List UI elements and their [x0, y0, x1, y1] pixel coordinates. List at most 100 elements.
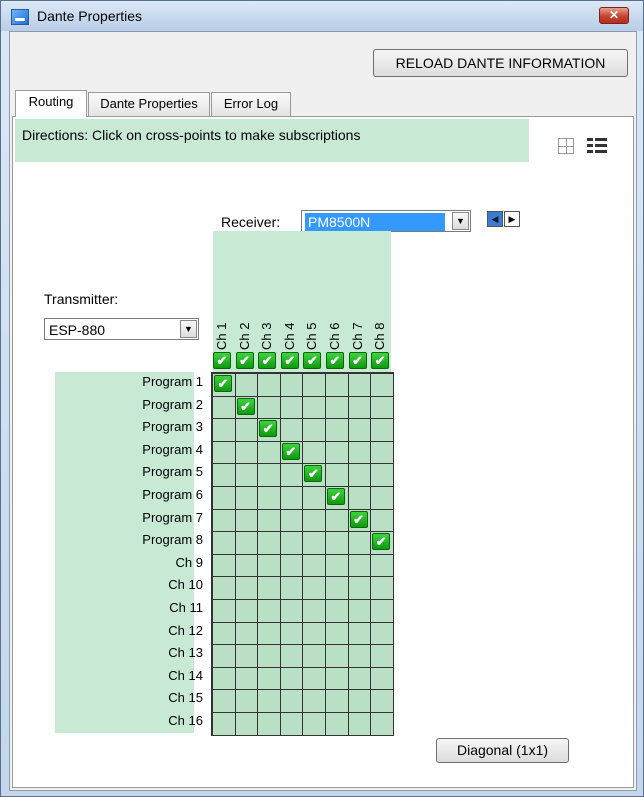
crosspoint-cell[interactable] — [280, 667, 304, 691]
crosspoint-cell[interactable] — [348, 600, 372, 623]
crosspoint-cell[interactable] — [303, 487, 326, 510]
crosspoint-cell[interactable] — [371, 374, 394, 397]
crosspoint-cell[interactable] — [280, 532, 304, 555]
tab-dante-properties[interactable]: Dante Properties — [88, 92, 210, 116]
crosspoint-cell[interactable] — [258, 713, 281, 736]
crosspoint-cell[interactable] — [348, 713, 372, 736]
crosspoint-cell[interactable] — [235, 532, 259, 555]
crosspoint-cell[interactable] — [258, 622, 281, 646]
crosspoint-cell[interactable] — [303, 690, 326, 713]
crosspoint-cell[interactable] — [258, 554, 281, 578]
crosspoint-cell[interactable] — [235, 713, 259, 736]
crosspoint-cell[interactable] — [258, 690, 281, 713]
crosspoint-cell[interactable] — [213, 622, 236, 646]
crosspoint-cell[interactable] — [213, 464, 236, 487]
crosspoint-cell[interactable]: ✔ — [258, 419, 281, 442]
crosspoint-cell[interactable] — [326, 419, 349, 442]
crosspoint-cell[interactable] — [280, 600, 304, 623]
crosspoint-cell[interactable] — [303, 441, 326, 465]
crosspoint-cell[interactable] — [371, 487, 394, 510]
crosspoint-cell[interactable] — [371, 577, 394, 600]
crosspoint-cell[interactable] — [371, 464, 394, 487]
crosspoint-cell[interactable] — [235, 667, 259, 691]
crosspoint-cell[interactable] — [371, 713, 394, 736]
crosspoint-cell[interactable] — [371, 600, 394, 623]
crosspoint-cell[interactable] — [258, 396, 281, 420]
crosspoint-cell[interactable] — [213, 441, 236, 465]
crosspoint-cell[interactable] — [348, 667, 372, 691]
crosspoint-cell[interactable] — [280, 577, 304, 600]
close-button[interactable]: ✕ — [599, 7, 629, 24]
crosspoint-cell[interactable] — [348, 577, 372, 600]
crosspoint-cell[interactable]: ✔ — [235, 396, 259, 420]
crosspoint-cell[interactable] — [371, 509, 394, 533]
crosspoint-cell[interactable] — [303, 713, 326, 736]
crosspoint-cell[interactable] — [235, 464, 259, 487]
crosspoint-cell[interactable] — [213, 667, 236, 691]
crosspoint-cell[interactable] — [213, 577, 236, 600]
crosspoint-cell[interactable] — [348, 396, 372, 420]
crosspoint-cell[interactable] — [235, 441, 259, 465]
crosspoint-cell[interactable] — [326, 441, 349, 465]
list-view-icon[interactable] — [587, 138, 607, 154]
crosspoint-cell[interactable] — [303, 645, 326, 668]
crosspoint-cell[interactable] — [371, 622, 394, 646]
crosspoint-cell[interactable] — [258, 441, 281, 465]
crosspoint-cell[interactable] — [303, 419, 326, 442]
crosspoint-cell[interactable] — [326, 713, 349, 736]
crosspoint-cell[interactable] — [258, 577, 281, 600]
crosspoint-cell[interactable] — [303, 622, 326, 646]
next-receiver-button[interactable]: ▶ — [504, 211, 520, 227]
crosspoint-cell[interactable] — [213, 645, 236, 668]
crosspoint-cell[interactable] — [280, 713, 304, 736]
crosspoint-cell[interactable] — [326, 396, 349, 420]
crosspoint-cell[interactable] — [326, 622, 349, 646]
crosspoint-cell[interactable] — [258, 374, 281, 397]
crosspoint-cell[interactable] — [371, 419, 394, 442]
crosspoint-cell[interactable] — [303, 396, 326, 420]
crosspoint-cell[interactable] — [371, 690, 394, 713]
crosspoint-cell[interactable] — [348, 487, 372, 510]
crosspoint-cell[interactable] — [258, 600, 281, 623]
crosspoint-cell[interactable] — [348, 419, 372, 442]
crosspoint-cell[interactable] — [280, 419, 304, 442]
crosspoint-cell[interactable] — [280, 645, 304, 668]
crosspoint-cell[interactable] — [235, 690, 259, 713]
previous-receiver-button[interactable]: ◀ — [487, 211, 503, 227]
diagonal-1x1-button[interactable]: Diagonal (1x1) — [436, 738, 569, 763]
crosspoint-cell[interactable] — [235, 600, 259, 623]
crosspoint-cell[interactable] — [326, 532, 349, 555]
crosspoint-cell[interactable] — [303, 667, 326, 691]
crosspoint-cell[interactable] — [326, 554, 349, 578]
crosspoint-cell[interactable] — [371, 441, 394, 465]
crosspoint-cell[interactable] — [326, 464, 349, 487]
crosspoint-cell[interactable] — [326, 374, 349, 397]
tab-error-log[interactable]: Error Log — [211, 92, 291, 116]
crosspoint-cell[interactable] — [258, 667, 281, 691]
crosspoint-cell[interactable]: ✔ — [348, 509, 372, 533]
transmitter-dropdown[interactable]: ESP-880 ▼ — [44, 318, 199, 340]
crosspoint-cell[interactable]: ✔ — [326, 487, 349, 510]
crosspoint-cell[interactable] — [326, 667, 349, 691]
crosspoint-cell[interactable] — [280, 690, 304, 713]
crosspoint-cell[interactable] — [213, 396, 236, 420]
crosspoint-cell[interactable] — [303, 509, 326, 533]
crosspoint-cell[interactable] — [258, 509, 281, 533]
crosspoint-cell[interactable] — [303, 374, 326, 397]
crosspoint-cell[interactable]: ✔ — [303, 464, 326, 487]
crosspoint-cell[interactable]: ✔ — [213, 374, 236, 397]
crosspoint-cell[interactable] — [213, 419, 236, 442]
crosspoint-cell[interactable] — [326, 690, 349, 713]
crosspoint-cell[interactable] — [235, 554, 259, 578]
crosspoint-cell[interactable] — [348, 554, 372, 578]
crosspoint-cell[interactable] — [303, 600, 326, 623]
crosspoint-cell[interactable] — [280, 374, 304, 397]
crosspoint-cell[interactable] — [371, 554, 394, 578]
crosspoint-cell[interactable] — [213, 554, 236, 578]
crosspoint-cell[interactable] — [213, 713, 236, 736]
crosspoint-cell[interactable] — [326, 577, 349, 600]
crosspoint-cell[interactable] — [235, 419, 259, 442]
crosspoint-cell[interactable] — [213, 487, 236, 510]
crosspoint-cell[interactable] — [213, 690, 236, 713]
crosspoint-cell[interactable] — [348, 374, 372, 397]
